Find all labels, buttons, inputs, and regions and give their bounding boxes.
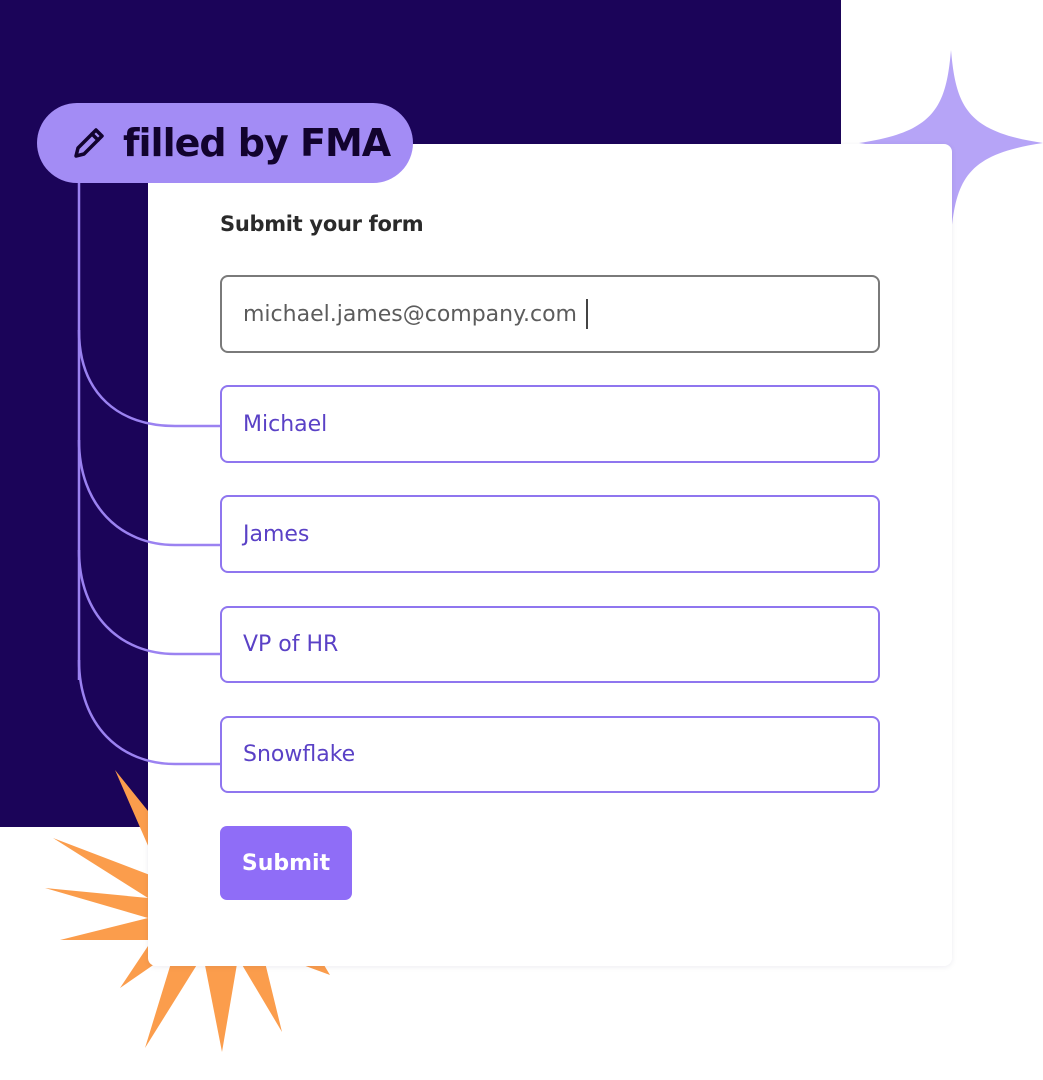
email-value: michael.james@company.com <box>243 301 577 327</box>
text-cursor <box>585 299 588 329</box>
last-name-value: James <box>243 521 310 547</box>
email-field[interactable]: michael.james@company.com <box>220 275 880 353</box>
filled-by-badge: filled by FMA <box>37 103 413 183</box>
first-name-value: Michael <box>243 411 328 437</box>
pencil-icon <box>70 124 108 162</box>
job-title-field[interactable]: VP of HR <box>220 606 880 683</box>
first-name-field[interactable]: Michael <box>220 385 880 463</box>
submit-button[interactable]: Submit <box>220 826 352 900</box>
last-name-field[interactable]: James <box>220 495 880 573</box>
company-value: Snowflake <box>243 742 356 767</box>
form-title: Submit your form <box>220 212 424 236</box>
job-title-value: VP of HR <box>243 632 339 657</box>
company-field[interactable]: Snowflake <box>220 716 880 793</box>
badge-label: filled by FMA <box>123 121 391 165</box>
